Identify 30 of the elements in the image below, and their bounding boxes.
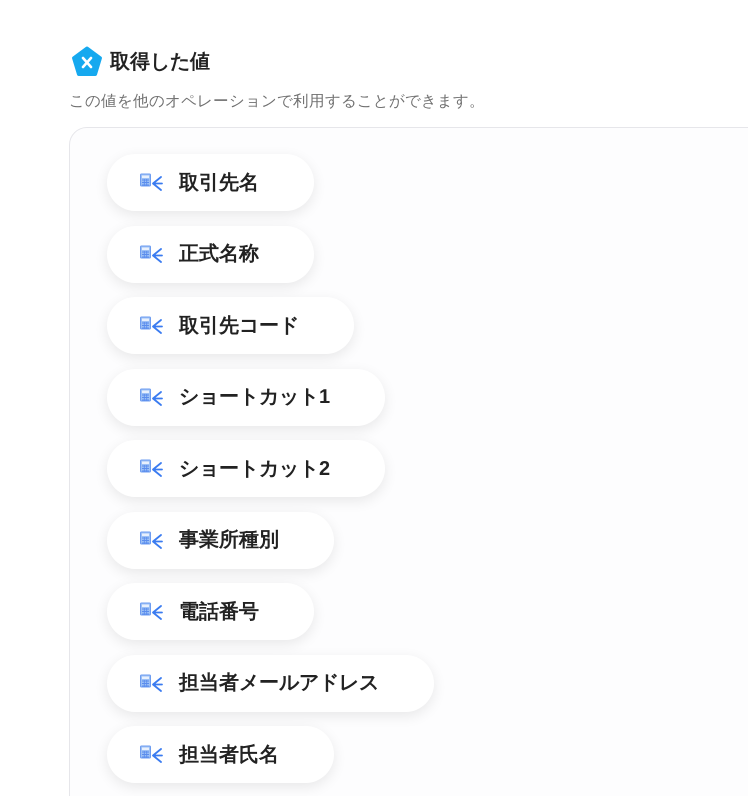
value-chip[interactable]: ショートカット1 xyxy=(107,368,386,426)
value-chip[interactable]: 正式名称 xyxy=(107,226,314,283)
value-chip[interactable]: ショートカット2 xyxy=(107,440,386,498)
value-label: 事業所種別 xyxy=(179,530,279,550)
calculator-arrow-icon xyxy=(140,173,163,192)
value-chip[interactable]: 取引先名 xyxy=(107,154,314,212)
calculator-arrow-icon xyxy=(140,388,163,407)
value-chip[interactable]: 取引先コード xyxy=(107,297,354,354)
app-logo-icon xyxy=(71,46,103,78)
calculator-arrow-icon xyxy=(140,459,163,478)
calculator-arrow-icon xyxy=(140,602,163,622)
calculator-arrow-icon xyxy=(140,316,163,336)
value-label: ショートカット1 xyxy=(179,387,330,408)
value-chip[interactable]: 電話番号 xyxy=(107,583,314,640)
value-label: 電話番号 xyxy=(179,602,259,622)
value-chip[interactable]: 担当者氏名 xyxy=(107,726,334,784)
calculator-arrow-icon xyxy=(140,244,163,264)
calculator-arrow-icon xyxy=(140,745,163,764)
section-description: この値を他のオペレーションで利用することができます。 xyxy=(69,92,486,112)
value-label: ショートカット2 xyxy=(179,458,330,479)
calculator-arrow-icon xyxy=(140,530,163,550)
value-chip[interactable]: 事業所種別 xyxy=(107,512,334,569)
value-label: 正式名称 xyxy=(179,244,259,264)
value-label: 担当者氏名 xyxy=(179,744,279,765)
value-label: 担当者メールアドレス xyxy=(179,673,379,694)
value-label: 取引先コード xyxy=(179,316,299,336)
calculator-arrow-icon xyxy=(140,674,163,693)
value-chip[interactable]: 担当者メールアドレス xyxy=(107,654,434,712)
value-label: 取引先名 xyxy=(179,172,259,193)
section-title: 取得した値 xyxy=(110,52,210,72)
